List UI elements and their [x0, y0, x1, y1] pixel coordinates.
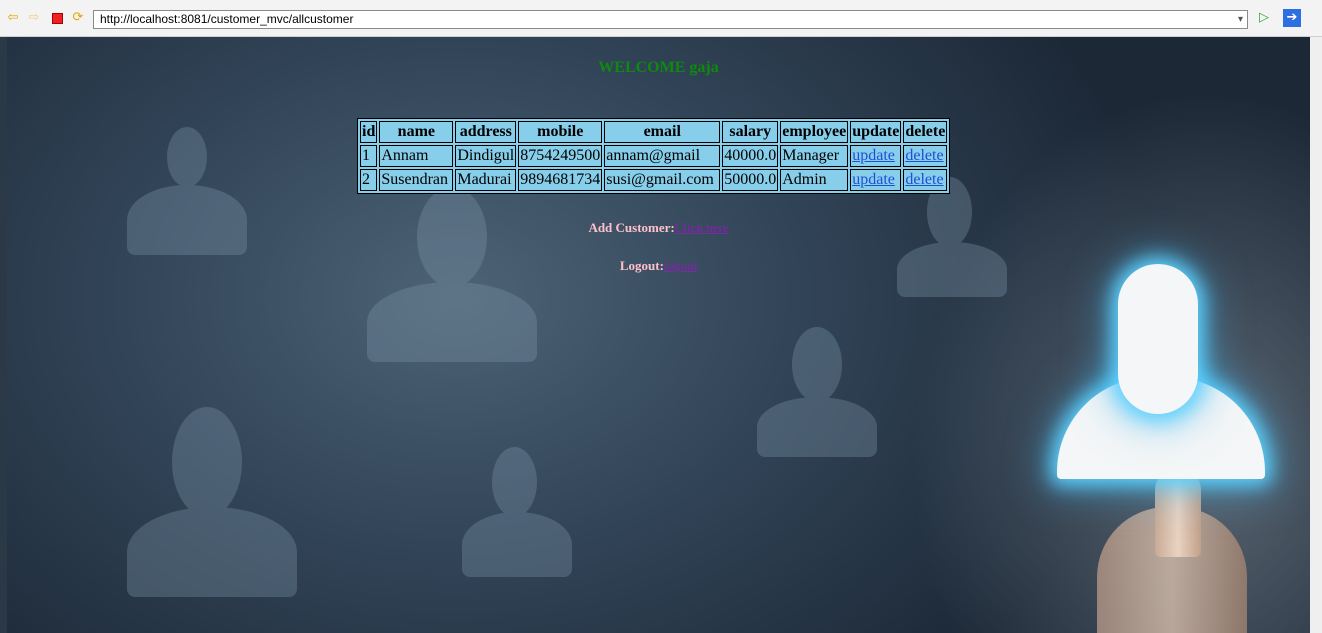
cell-address: Madurai — [455, 169, 517, 191]
add-customer-label: Add Customer: — [588, 220, 675, 235]
cell-mobile: 9894681734 — [518, 169, 603, 191]
dropdown-icon[interactable]: ▾ — [1238, 11, 1243, 28]
cell-employee: Admin — [780, 169, 849, 191]
cell-salary: 50000.0 — [722, 169, 779, 191]
cell-name: Susendran — [379, 169, 454, 191]
cell-address: Dindigul — [455, 145, 517, 167]
column-header: delete — [903, 121, 948, 143]
update-link[interactable]: update — [852, 171, 895, 188]
cell-delete: delete — [903, 169, 948, 191]
cell-update: update — [850, 145, 902, 167]
logout-link[interactable]: logout — [664, 258, 697, 273]
cell-email: annam@gmail — [604, 145, 721, 167]
add-customer-line: Add Customer:Click here — [7, 220, 1310, 236]
glowing-avatar-head — [1118, 264, 1198, 414]
refresh-icon[interactable]: ⟳ — [71, 11, 85, 25]
logout-line: Logout:logout — [7, 258, 1310, 274]
go-icon[interactable]: ▷ — [1257, 11, 1271, 25]
cell-id: 1 — [360, 145, 378, 167]
logout-label: Logout: — [619, 258, 664, 273]
cell-delete: delete — [903, 145, 948, 167]
page-viewport: WELCOME gaja id name address mobile emai… — [7, 37, 1310, 633]
address-bar[interactable]: http://localhost:8081/customer_mvc/allcu… — [93, 10, 1248, 29]
update-link[interactable]: update — [852, 147, 895, 164]
delete-link[interactable]: delete — [905, 171, 943, 188]
table-header-row: id name address mobile email salary empl… — [360, 121, 948, 143]
column-header: update — [850, 121, 902, 143]
column-header: address — [455, 121, 517, 143]
open-external-icon[interactable]: ➔ — [1283, 9, 1301, 27]
scrollbar-area[interactable] — [1310, 37, 1322, 633]
cell-email: susi@gmail.com — [604, 169, 721, 191]
table-row: 1 Annam Dindigul 8754249500 annam@gmail … — [360, 145, 948, 167]
stop-icon[interactable] — [50, 11, 64, 25]
left-border — [0, 37, 7, 633]
column-header: email — [604, 121, 721, 143]
back-icon[interactable]: ⇦ — [6, 11, 20, 25]
url-text: http://localhost:8081/customer_mvc/allcu… — [100, 12, 354, 26]
cell-name: Annam — [379, 145, 454, 167]
column-header: name — [379, 121, 454, 143]
cell-salary: 40000.0 — [722, 145, 779, 167]
customer-table: id name address mobile email salary empl… — [357, 118, 951, 194]
add-customer-link[interactable]: Click here — [675, 220, 729, 235]
table-row: 2 Susendran Madurai 9894681734 susi@gmai… — [360, 169, 948, 191]
welcome-heading: WELCOME gaja — [598, 59, 719, 76]
column-header: salary — [722, 121, 779, 143]
column-header: mobile — [518, 121, 603, 143]
forward-icon[interactable]: ⇨ — [27, 11, 41, 25]
column-header: employee — [780, 121, 849, 143]
cell-update: update — [850, 169, 902, 191]
cell-mobile: 8754249500 — [518, 145, 603, 167]
cell-employee: Manager — [780, 145, 849, 167]
finger-image — [1155, 467, 1201, 557]
delete-link[interactable]: delete — [905, 147, 943, 164]
column-header: id — [360, 121, 378, 143]
browser-toolbar: ⇦ ⇨ ⟳ http://localhost:8081/customer_mvc… — [0, 0, 1322, 37]
cell-id: 2 — [360, 169, 378, 191]
